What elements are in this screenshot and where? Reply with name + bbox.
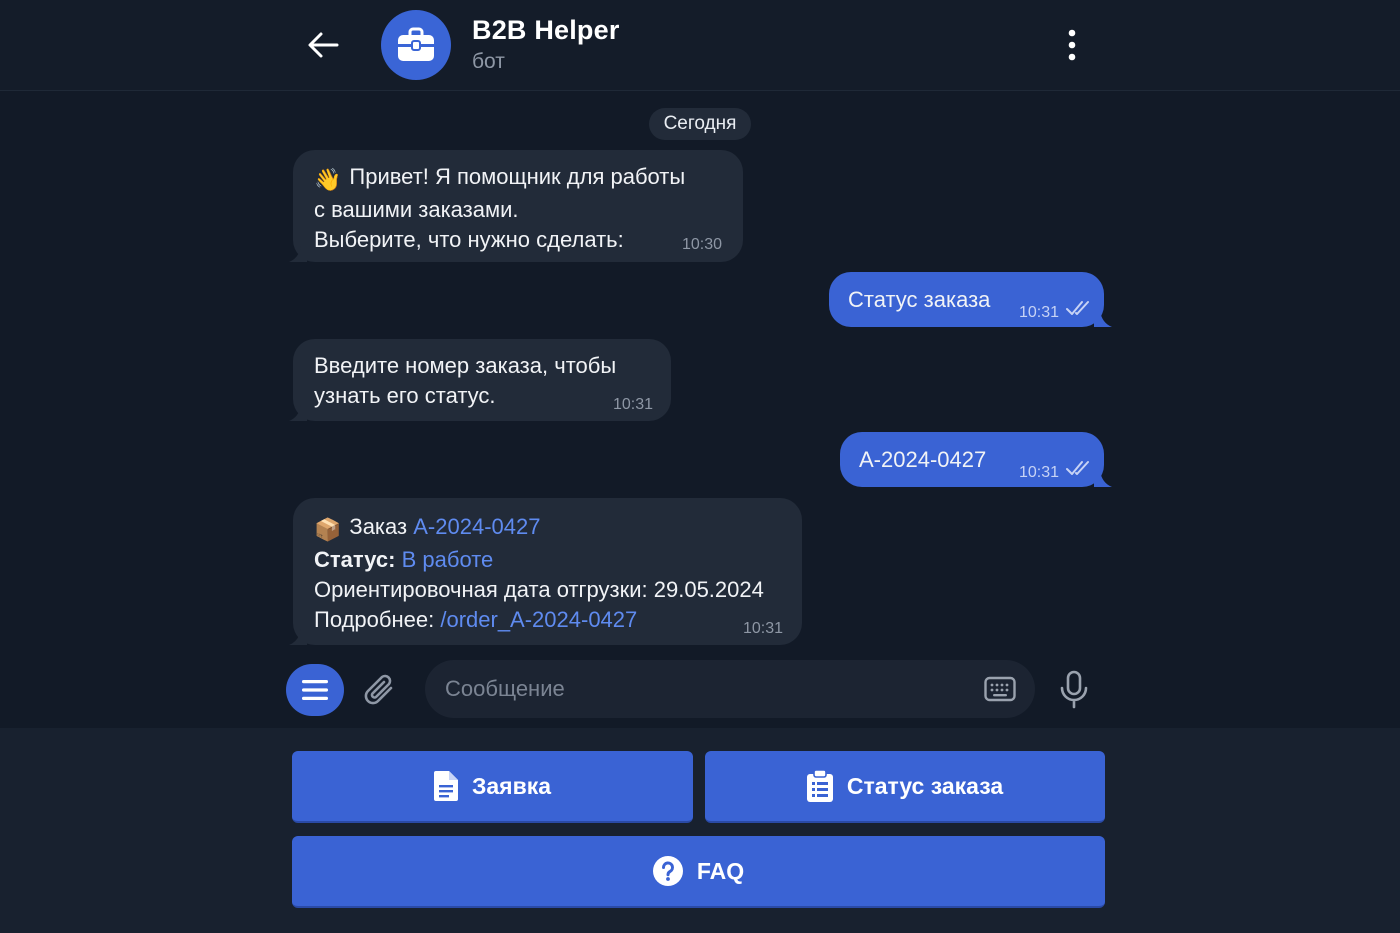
request-button-label: Заявка xyxy=(471,772,552,799)
order-status-button-label: Статус заказа xyxy=(846,772,1004,799)
message-incoming: 👋 Привет! Я помощник для работы с вашими … xyxy=(293,150,743,262)
back-button[interactable] xyxy=(300,22,346,68)
message-text-line: Выберите, что нужно сделать: xyxy=(314,227,624,252)
request-button[interactable]: Заявка xyxy=(292,751,693,823)
package-emoji: 📦 xyxy=(314,517,342,542)
message-text: Статус заказа xyxy=(848,287,991,312)
question-circle-icon xyxy=(652,856,683,886)
bot-menu-button[interactable] xyxy=(286,664,344,716)
document-icon xyxy=(433,771,458,801)
message-time: 10:30 xyxy=(682,236,723,253)
faq-button-label: FAQ xyxy=(696,857,745,884)
more-menu-button[interactable] xyxy=(1052,22,1092,68)
bubble-tail xyxy=(1094,311,1112,327)
chat-subtitle: бот xyxy=(472,50,505,73)
bubble-tail xyxy=(289,246,307,262)
message-input[interactable] xyxy=(445,660,975,718)
paperclip-icon xyxy=(364,674,393,705)
details-label: Подробнее: xyxy=(314,607,435,632)
bubble-tail xyxy=(289,629,307,645)
microphone-icon xyxy=(1060,670,1088,709)
message-input-container xyxy=(425,660,1035,718)
message-text-line: Введите номер заказа, чтобы xyxy=(314,353,617,378)
message-time: 10:31 xyxy=(613,396,654,413)
bubble-tail xyxy=(1094,471,1112,487)
status-value: В работе xyxy=(401,547,494,572)
ship-date-line: Ориентировочная дата отгрузки: 29.05.202… xyxy=(314,577,764,602)
chat-header: B2B Helper бот xyxy=(0,0,1400,91)
message-text-line: с вашими заказами. xyxy=(314,197,519,222)
waving-hand-emoji: 👋 xyxy=(314,167,342,192)
keyboard-icon xyxy=(984,676,1016,702)
more-vertical-icon xyxy=(1068,29,1076,61)
message-time: 10:31 xyxy=(1019,464,1060,481)
double-check-icon xyxy=(1066,301,1089,315)
message-incoming-order-status: 📦 Заказ A-2024-0427 Статус: В работе Орие… xyxy=(293,498,802,645)
date-divider: Сегодня xyxy=(649,108,751,140)
message-outgoing: A-2024-0427 10:31 xyxy=(840,432,1104,487)
message-text-line: Привет! Я помощник для работы xyxy=(349,164,686,189)
hamburger-menu-icon xyxy=(302,680,328,700)
order-prefix: Заказ xyxy=(349,514,408,539)
keyboard-toggle-button[interactable] xyxy=(983,674,1017,704)
voice-record-button[interactable] xyxy=(1052,664,1096,716)
bot-avatar[interactable] xyxy=(381,10,451,80)
message-text: A-2024-0427 xyxy=(859,447,987,472)
order-id-link[interactable]: A-2024-0427 xyxy=(413,514,540,539)
faq-button[interactable]: FAQ xyxy=(292,836,1105,908)
message-time: 10:31 xyxy=(743,620,784,637)
clipboard-list-icon xyxy=(806,770,833,802)
message-time: 10:31 xyxy=(1019,304,1060,321)
chat-title[interactable]: B2B Helper xyxy=(472,15,620,46)
arrow-left-icon xyxy=(308,32,339,58)
briefcase-icon xyxy=(398,27,434,61)
double-check-icon xyxy=(1066,461,1089,475)
bubble-tail xyxy=(289,405,307,421)
message-incoming: Введите номер заказа, чтобы узнать его с… xyxy=(293,339,671,421)
message-text-line: узнать его статус. xyxy=(314,383,496,408)
attach-button[interactable] xyxy=(358,668,402,712)
order-status-button[interactable]: Статус заказа xyxy=(705,751,1105,823)
order-details-link[interactable]: /order_A-2024-0427 xyxy=(440,607,637,632)
status-label: Статус: xyxy=(314,547,396,572)
message-outgoing: Статус заказа 10:31 xyxy=(829,272,1104,327)
